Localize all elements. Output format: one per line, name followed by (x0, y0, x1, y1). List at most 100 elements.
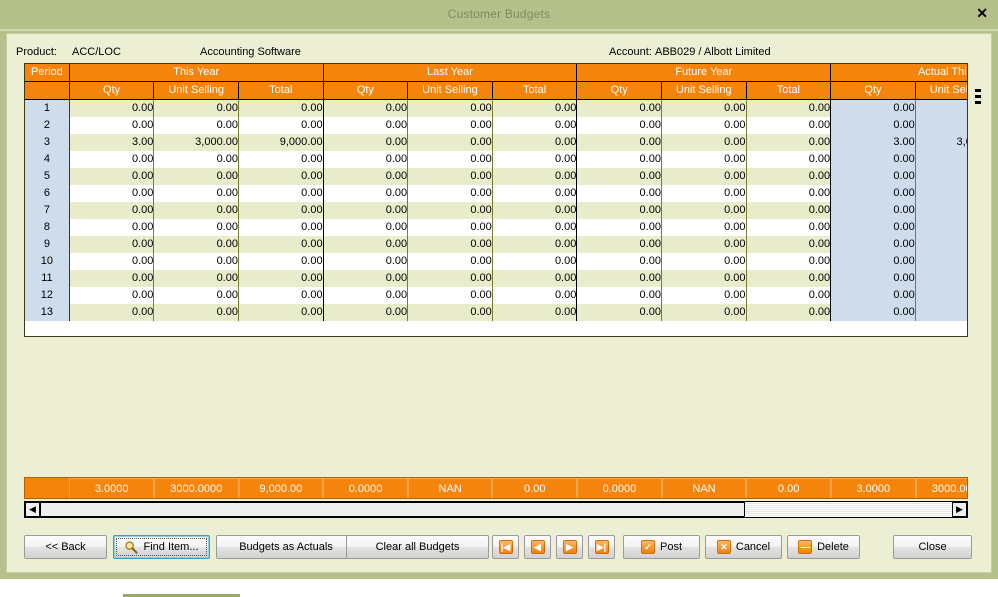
clear-all-budgets-button[interactable]: Clear all Budgets (346, 535, 489, 559)
grid-cell[interactable]: 0.00 (154, 100, 239, 118)
grid-cell[interactable]: 0.00 (661, 168, 746, 185)
grid-cell[interactable]: 0.00 (577, 185, 662, 202)
grid-cell[interactable]: 0.00 (746, 134, 831, 151)
grid-cell[interactable]: 0.00 (577, 287, 662, 304)
horizontal-scrollbar[interactable]: ◀ ▶ (24, 501, 968, 518)
table-row[interactable]: 90.000.000.000.000.000.000.000.000.000.0… (25, 236, 968, 253)
grid-cell[interactable]: 0.00 (492, 270, 577, 287)
grid-cell[interactable]: 0.00 (154, 202, 239, 219)
grid-cell[interactable]: 0.00 (154, 185, 239, 202)
table-row[interactable]: 60.000.000.000.000.000.000.000.000.000.0… (25, 185, 968, 202)
grid-cell[interactable]: 0.00 (915, 270, 968, 287)
grid-cell[interactable]: 0.00 (831, 253, 916, 270)
grid-cell[interactable]: 0.00 (323, 134, 408, 151)
grid-cell[interactable]: 0.00 (323, 185, 408, 202)
grid-cell[interactable]: 0.00 (915, 304, 968, 321)
grid-cell[interactable]: 0.00 (831, 151, 916, 168)
grid-cell[interactable]: 0.00 (746, 117, 831, 134)
grid-cell[interactable]: 0.00 (577, 151, 662, 168)
grid-cell[interactable]: 0.00 (492, 117, 577, 134)
grid-cell[interactable]: 0.00 (661, 219, 746, 236)
budget-grid[interactable]: PeriodThis YearLast YearFuture YearActua… (24, 63, 968, 337)
grid-cell[interactable]: 0.00 (69, 253, 154, 270)
grid-cell[interactable]: 0.00 (915, 117, 968, 134)
grid-cell[interactable]: 0.00 (577, 304, 662, 321)
grid-cell[interactable]: 0.00 (831, 185, 916, 202)
grid-cell[interactable]: 0.00 (154, 270, 239, 287)
table-row[interactable]: 70.000.000.000.000.000.000.000.000.000.0… (25, 202, 968, 219)
grid-cell[interactable]: 0.00 (408, 151, 493, 168)
grid-cell[interactable]: 0.00 (492, 151, 577, 168)
grid-cell[interactable]: 0.00 (492, 168, 577, 185)
close-icon[interactable]: ✕ (976, 6, 988, 20)
grid-cell[interactable]: 0.00 (915, 219, 968, 236)
grid-cell[interactable]: 3,000.00 (915, 134, 968, 151)
table-row[interactable]: 100.000.000.000.000.000.000.000.000.000.… (25, 253, 968, 270)
grid-cell[interactable]: 0.00 (915, 287, 968, 304)
grid-cell[interactable]: 0.00 (915, 236, 968, 253)
table-row[interactable]: 50.000.000.000.000.000.000.000.000.000.0… (25, 168, 968, 185)
grid-cell[interactable]: 0.00 (746, 168, 831, 185)
grid-cell[interactable]: 0.00 (238, 185, 323, 202)
grid-cell[interactable]: 0.00 (661, 236, 746, 253)
grid-cell[interactable]: 0.00 (69, 185, 154, 202)
grid-cell[interactable]: 3.00 (831, 134, 916, 151)
grid-cell[interactable]: 0.00 (238, 253, 323, 270)
post-button[interactable]: ✓ Post (623, 535, 700, 559)
grid-cell[interactable]: 0.00 (661, 270, 746, 287)
grid-cell[interactable]: 0.00 (238, 287, 323, 304)
grid-cell[interactable]: 0.00 (408, 185, 493, 202)
grid-cell[interactable]: 0.00 (492, 134, 577, 151)
grid-cell[interactable]: 0.00 (323, 287, 408, 304)
table-row[interactable]: 33.003,000.009,000.000.000.000.000.000.0… (25, 134, 968, 151)
grid-cell[interactable]: 0.00 (408, 117, 493, 134)
grid-cell[interactable]: 0.00 (238, 117, 323, 134)
grid-cell[interactable]: 0.00 (915, 168, 968, 185)
grid-cell[interactable]: 0.00 (69, 270, 154, 287)
grid-cell[interactable]: 0.00 (746, 270, 831, 287)
grid-cell[interactable]: 0.00 (577, 168, 662, 185)
grid-cell[interactable]: 0.00 (746, 100, 831, 118)
grid-cell[interactable]: 0.00 (323, 270, 408, 287)
table-row[interactable]: 120.000.000.000.000.000.000.000.000.000.… (25, 287, 968, 304)
scrollbar-thumb[interactable] (40, 502, 745, 517)
grid-cell[interactable]: 0.00 (69, 151, 154, 168)
scroll-right-arrow-icon[interactable]: ▶ (952, 502, 967, 517)
table-row[interactable]: 130.000.000.000.000.000.000.000.000.000.… (25, 304, 968, 321)
grid-cell[interactable]: 0.00 (661, 304, 746, 321)
grid-cell[interactable]: 0.00 (492, 185, 577, 202)
grid-cell[interactable]: 0.00 (238, 151, 323, 168)
grid-cell[interactable]: 0.00 (408, 304, 493, 321)
grid-cell[interactable]: 0.00 (661, 100, 746, 118)
grid-cell[interactable]: 0.00 (238, 236, 323, 253)
nav-last-button[interactable]: ▶| (588, 535, 615, 559)
grid-cell[interactable]: 0.00 (69, 219, 154, 236)
grid-cell[interactable]: 0.00 (69, 117, 154, 134)
nav-prev-button[interactable]: ◀ (524, 535, 551, 559)
grid-cell[interactable]: 0.00 (323, 219, 408, 236)
grid-cell[interactable]: 0.00 (238, 202, 323, 219)
grid-cell[interactable]: 0.00 (238, 100, 323, 118)
grid-cell[interactable]: 0.00 (238, 304, 323, 321)
grid-cell[interactable]: 0.00 (831, 219, 916, 236)
grid-cell[interactable]: 9,000.00 (238, 134, 323, 151)
grid-cell[interactable]: 0.00 (746, 202, 831, 219)
scroll-left-arrow-icon[interactable]: ◀ (25, 502, 40, 517)
grid-cell[interactable]: 0.00 (746, 287, 831, 304)
grid-cell[interactable]: 0.00 (154, 287, 239, 304)
grid-cell[interactable]: 0.00 (323, 151, 408, 168)
table-row[interactable]: 20.000.000.000.000.000.000.000.000.000.0… (25, 117, 968, 134)
table-row[interactable]: 80.000.000.000.000.000.000.000.000.000.0… (25, 219, 968, 236)
grid-cell[interactable]: 0.00 (154, 236, 239, 253)
table-row[interactable]: 40.000.000.000.000.000.000.000.000.000.0… (25, 151, 968, 168)
grid-cell[interactable]: 0.00 (408, 168, 493, 185)
table-row[interactable]: 10.000.000.000.000.000.000.000.000.000.0… (25, 100, 968, 118)
grid-cell[interactable]: 0.00 (492, 236, 577, 253)
grid-cell[interactable]: 0.00 (577, 100, 662, 118)
grid-cell[interactable]: 0.00 (661, 202, 746, 219)
grid-cell[interactable]: 0.00 (915, 202, 968, 219)
grid-cell[interactable]: 0.00 (577, 202, 662, 219)
grid-cell[interactable]: 0.00 (323, 117, 408, 134)
grid-cell[interactable]: 0.00 (154, 168, 239, 185)
grid-cell[interactable]: 0.00 (915, 253, 968, 270)
